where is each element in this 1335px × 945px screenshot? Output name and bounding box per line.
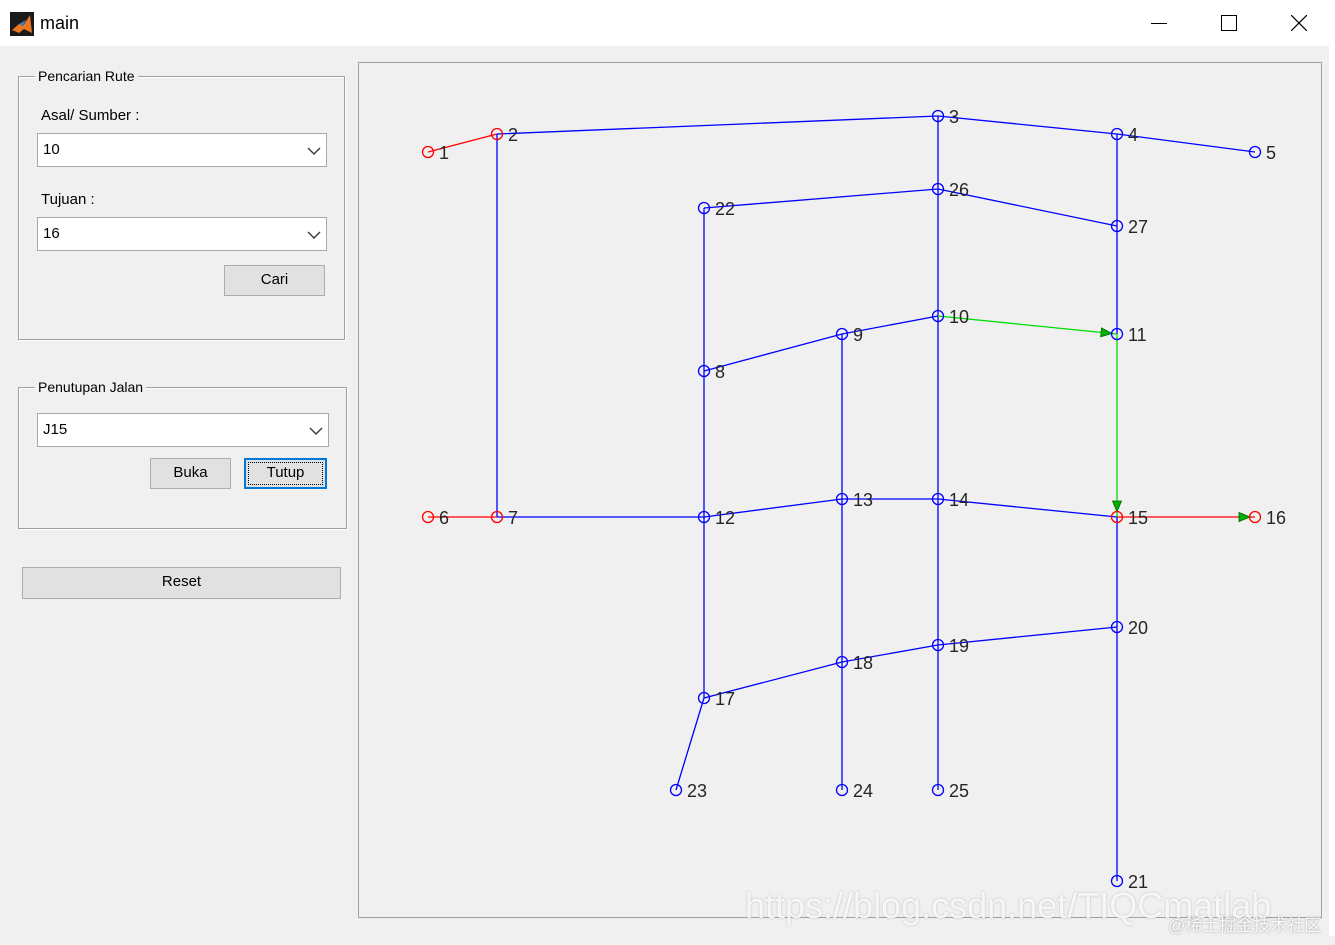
node-label-4: 4 xyxy=(1128,125,1138,145)
minimize-icon xyxy=(1151,23,1167,24)
route-arrow-10-11 xyxy=(1100,327,1114,338)
node-label-1: 1 xyxy=(439,143,449,163)
focus-indicator xyxy=(248,462,323,485)
destination-select-arrow[interactable] xyxy=(302,218,326,250)
node-label-8: 8 xyxy=(715,362,725,382)
watermark-credit: @稀土掘金技术社区 xyxy=(1168,916,1322,935)
road-edge-17-23 xyxy=(675,697,705,791)
scrollbar-strip xyxy=(1329,46,1335,936)
node-label-14: 14 xyxy=(949,490,969,510)
node-label-3: 3 xyxy=(949,107,959,127)
reset-button[interactable]: Reset xyxy=(22,567,341,599)
road-edge-3-4 xyxy=(937,115,1118,135)
node-label-2: 2 xyxy=(508,125,518,145)
close-button[interactable] xyxy=(1264,0,1334,46)
node-label-15: 15 xyxy=(1128,508,1148,528)
node-label-10: 10 xyxy=(949,307,969,327)
maximize-button[interactable] xyxy=(1194,0,1264,46)
road-select[interactable]: J15 xyxy=(37,413,329,447)
node-label-11: 11 xyxy=(1128,325,1147,345)
road-select-value: J15 xyxy=(43,421,68,438)
node-label-7: 7 xyxy=(508,508,518,528)
road-network-graph[interactable]: 123456 78910111213 1415 1617181920212223 24 2… xyxy=(359,63,1321,917)
minimize-button[interactable] xyxy=(1124,0,1194,46)
chevron-down-icon xyxy=(307,231,321,240)
node-label-20: 20 xyxy=(1128,618,1148,638)
route-arrow-15-16 xyxy=(1238,511,1252,523)
route-search-panel: Pencarian Rute Asal/ Sumber : 10 Tujuan … xyxy=(18,68,345,340)
matlab-icon xyxy=(10,12,34,36)
search-button[interactable]: Cari xyxy=(224,265,325,296)
title-bar[interactable]: main xyxy=(0,0,1335,46)
open-road-button[interactable]: Buka xyxy=(150,458,231,489)
road-closure-panel-title: Penutupan Jalan xyxy=(35,379,147,395)
road-closure-panel: Penutupan Jalan J15 Buka Tutup xyxy=(18,379,347,529)
source-select[interactable]: 10 xyxy=(37,133,327,167)
node-label-13: 13 xyxy=(853,490,873,510)
node-label-5: 5 xyxy=(1266,143,1276,163)
chevron-down-icon xyxy=(307,147,321,156)
road-edge-2-3 xyxy=(496,115,939,135)
node-label-9: 9 xyxy=(853,325,863,345)
source-select-arrow[interactable] xyxy=(302,134,326,166)
node-label-23: 23 xyxy=(687,781,707,801)
node-label-12: 12 xyxy=(715,508,735,528)
window-title: main xyxy=(40,13,80,33)
road-select-arrow[interactable] xyxy=(304,414,328,446)
route-search-panel-title: Pencarian Rute xyxy=(35,68,138,84)
road-network-axes[interactable]: 1 2 3 4 5 6 7 8 9 10 11 12 13 14 15 16 17 18 19 20 21 22 23 24 2… xyxy=(358,62,1322,918)
route-arrow-11-15 xyxy=(1111,500,1123,514)
maximize-icon xyxy=(1221,15,1237,31)
close-road-button[interactable]: Tutup xyxy=(244,458,327,489)
node-label-26: 26 xyxy=(949,180,969,200)
node-label-19: 19 xyxy=(949,636,969,656)
node-label-27: 27 xyxy=(1128,217,1148,237)
node-label-17: 17 xyxy=(715,689,735,709)
node-label-24: 24 xyxy=(853,781,873,801)
destination-label: Tujuan : xyxy=(41,191,95,208)
node-label-22: 22 xyxy=(715,199,735,219)
source-label: Asal/ Sumber : xyxy=(41,107,140,124)
road-edge-22-26 xyxy=(703,188,939,209)
destination-select[interactable]: 16 xyxy=(37,217,327,251)
node-label-25: 25 xyxy=(949,781,969,801)
chevron-down-icon xyxy=(309,427,323,436)
close-icon xyxy=(1291,15,1307,31)
app-window: main Pencarian Rute Asal/ Sumber : 10 Tu… xyxy=(0,0,1335,945)
node-label-6: 6 xyxy=(439,508,449,528)
node-label-16: 16 xyxy=(1266,508,1286,528)
destination-select-value: 16 xyxy=(43,225,60,242)
node-label-18: 18 xyxy=(853,653,873,673)
source-select-value: 10 xyxy=(43,141,60,158)
